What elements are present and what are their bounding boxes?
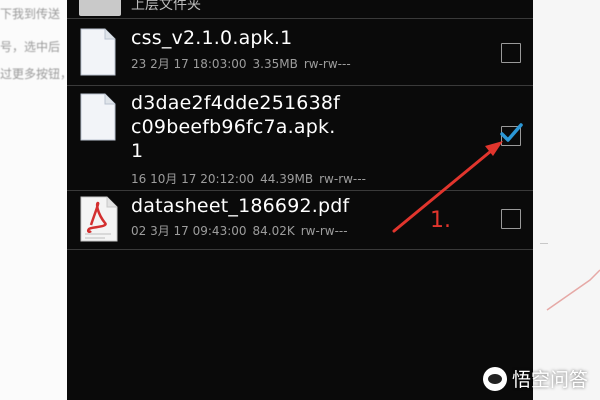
file-permissions: rw-rw--- bbox=[303, 57, 351, 71]
parent-folder-row[interactable]: 上层文件夹 bbox=[67, 0, 533, 19]
background-right-panel bbox=[533, 0, 600, 400]
select-checkbox[interactable] bbox=[501, 43, 521, 63]
file-size: 3.35MB bbox=[252, 57, 298, 71]
document-icon bbox=[80, 28, 116, 76]
file-name: datasheet_186692.pdf bbox=[131, 195, 350, 217]
watermark-text: 悟空问答 bbox=[511, 369, 588, 391]
background-text-2: 号，选中后 bbox=[0, 40, 61, 54]
file-row[interactable]: datasheet_186692.pdf 02 3月 17 09:43:00 84… bbox=[67, 191, 533, 250]
file-size: 44.39MB bbox=[260, 172, 314, 186]
parent-folder-label: 上层文件夹 bbox=[131, 0, 201, 13]
select-checkbox[interactable] bbox=[501, 209, 521, 229]
file-name: css_v2.1.0.apk.1 bbox=[131, 27, 293, 49]
background-divider bbox=[540, 243, 548, 244]
file-size: 84.02K bbox=[252, 224, 295, 238]
document-icon bbox=[80, 93, 116, 141]
background-text-1: 下我到传送 bbox=[0, 7, 61, 21]
file-date: 23 2月 17 18:03:00 bbox=[131, 57, 247, 71]
file-permissions: rw-rw--- bbox=[319, 172, 366, 186]
file-date: 16 10月 17 20:12:00 bbox=[131, 172, 255, 186]
annotation-label: 1. bbox=[430, 208, 451, 233]
select-checkbox-checked[interactable] bbox=[500, 123, 523, 146]
watermark: 悟空问答 bbox=[482, 365, 588, 392]
file-meta: 16 10月 17 20:12:00 44.39MB rw-rw--- bbox=[131, 170, 372, 187]
file-meta: 02 3月 17 09:43:00 84.02K rw-rw--- bbox=[131, 222, 354, 239]
pdf-icon bbox=[80, 196, 118, 242]
file-permissions: rw-rw--- bbox=[300, 224, 348, 238]
wukong-logo-icon bbox=[482, 366, 507, 391]
file-date: 02 3月 17 09:43:00 bbox=[131, 224, 247, 238]
file-name-line-2: c09beefb96fc7a.apk. bbox=[131, 116, 336, 138]
file-name-line-1: d3dae2f4dde251638f bbox=[131, 92, 341, 114]
background-chart-line bbox=[546, 269, 600, 311]
file-meta: 23 2月 17 18:03:00 3.35MB rw-rw--- bbox=[131, 55, 357, 72]
file-row[interactable]: d3dae2f4dde251638f c09beefb96fc7a.apk. 1… bbox=[67, 86, 533, 191]
background-text-3: 过更多按钮， bbox=[0, 67, 70, 81]
folder-icon bbox=[79, 0, 121, 16]
file-name-line-3: 1 bbox=[131, 140, 144, 162]
file-row[interactable]: css_v2.1.0.apk.1 23 2月 17 18:03:00 3.35MB… bbox=[67, 19, 533, 86]
checkmark-icon bbox=[500, 123, 523, 142]
file-browser-screen: 上层文件夹 css_v2.1.0.apk.1 23 2月 17 18:03:00… bbox=[67, 0, 533, 400]
